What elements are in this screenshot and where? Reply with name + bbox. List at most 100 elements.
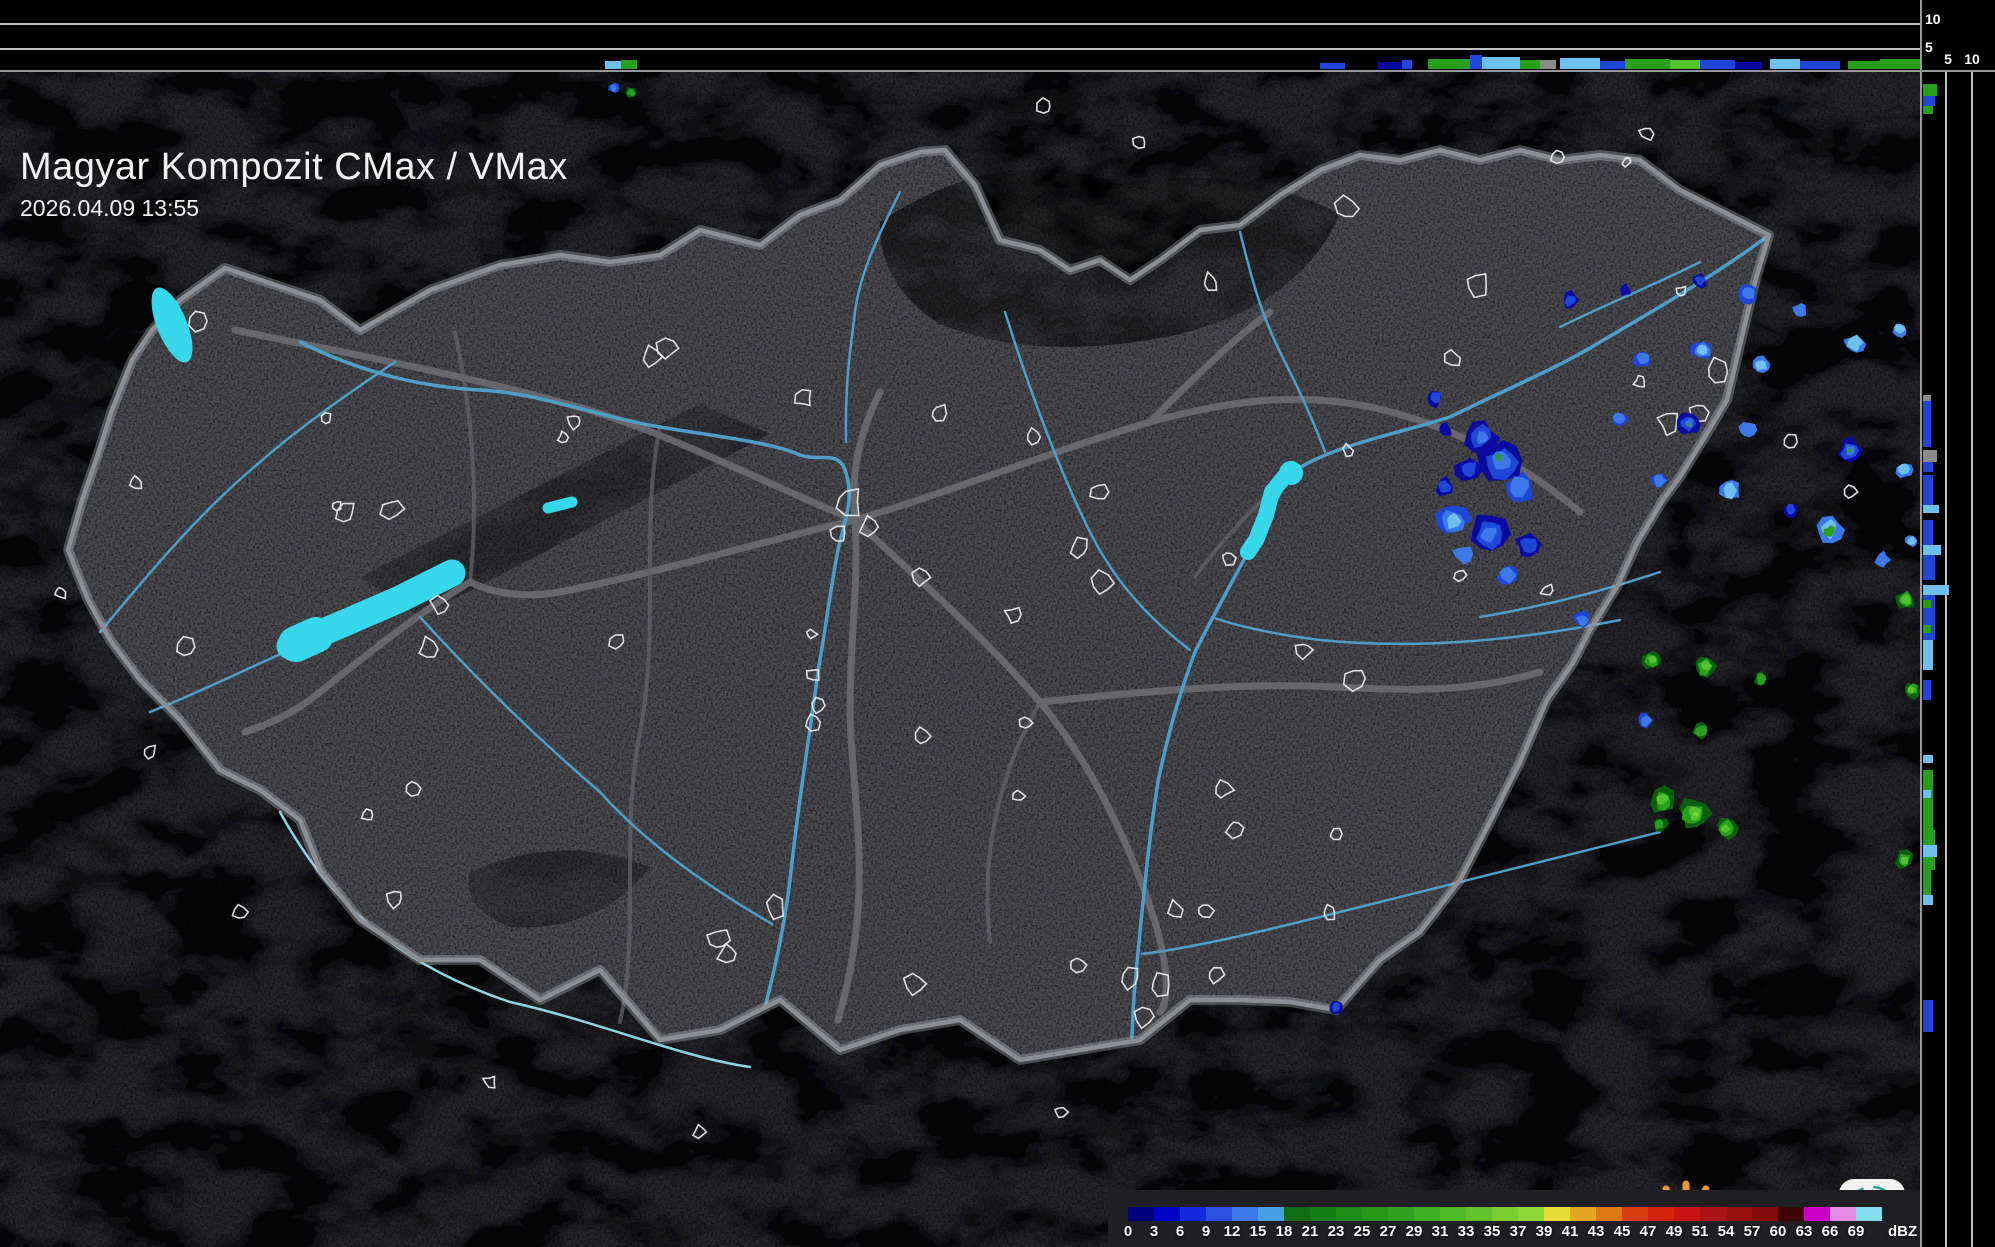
top-profile-echo	[1428, 59, 1470, 69]
colorbar-tick: 54	[1717, 1223, 1735, 1240]
colorbar-segment	[1128, 1207, 1154, 1221]
colorbar-tick: 29	[1405, 1223, 1423, 1240]
side-profile-echo	[1923, 640, 1933, 670]
top-profile-echo	[1402, 60, 1412, 69]
side-profile-echo	[1923, 84, 1937, 96]
colorbar-tick: 0	[1123, 1223, 1133, 1240]
top-profile-echo	[1735, 62, 1762, 69]
top-profile-echo	[1600, 61, 1625, 69]
colorbar-segment	[1492, 1207, 1518, 1221]
side-profile-echo	[1923, 680, 1931, 700]
top-axis-label-5: 5	[1925, 39, 1933, 55]
colorbar-segment	[1544, 1207, 1570, 1221]
colorbar-tick: 12	[1223, 1223, 1241, 1240]
map-title: Magyar Kompozit CMax / VMax	[20, 146, 568, 188]
colorbar-tick: 41	[1561, 1223, 1579, 1240]
colorbar-segment	[1336, 1207, 1362, 1221]
side-axis-label-10: 10	[1964, 51, 1980, 67]
side-profile-echo	[1923, 870, 1931, 895]
top-profile-echo	[1540, 60, 1556, 69]
top-profile-echo	[1625, 59, 1670, 69]
side-profile-echo	[1923, 505, 1939, 513]
top-profile-echo	[1320, 63, 1345, 69]
colorbar-tick: 6	[1175, 1223, 1185, 1240]
colorbar-segment	[1674, 1207, 1700, 1221]
side-profile-echo	[1923, 545, 1941, 555]
colorbar-segments	[1128, 1207, 1882, 1221]
side-profile-echo	[1923, 401, 1931, 447]
map-canvas	[0, 72, 1920, 1247]
top-profile-echo	[621, 60, 637, 69]
echo-cell	[1900, 856, 1908, 865]
colorbar-tick: 35	[1483, 1223, 1501, 1240]
side-profile-echo	[1923, 770, 1933, 830]
profile-axis-corner: 10 5 5 10	[1922, 0, 1995, 70]
colorbar-tick: 23	[1327, 1223, 1345, 1240]
dbz-colorbar: 0 3 6 9 12 15 18 21 23 25 27 29 31 33 35 37 39 41 43 45 47 49…	[1108, 1190, 1920, 1247]
colorbar-segment	[1206, 1207, 1232, 1221]
side-profile-echo	[1923, 450, 1937, 462]
colorbar-tick: 66	[1821, 1223, 1839, 1240]
colorbar-segment	[1154, 1207, 1180, 1221]
colorbar-segment	[1804, 1207, 1830, 1221]
colorbar-segment	[1466, 1207, 1492, 1221]
panel-separator-horizontal	[0, 70, 1995, 72]
top-profile-echo	[1700, 60, 1735, 69]
top-axis-label-10: 10	[1925, 11, 1941, 27]
colorbar-tick: 49	[1665, 1223, 1683, 1240]
colorbar-segment	[1388, 1207, 1414, 1221]
side-profile-echo	[1923, 790, 1931, 798]
colorbar-tick: 43	[1587, 1223, 1605, 1240]
side-profile-echo	[1923, 755, 1933, 763]
colorbar-segment	[1778, 1207, 1804, 1221]
side-profile-plot	[1923, 72, 1973, 1247]
colorbar-tick: 25	[1353, 1223, 1371, 1240]
colorbar-segment	[1726, 1207, 1752, 1221]
colorbar-segment	[1284, 1207, 1310, 1221]
side-profile-echo	[1923, 520, 1933, 545]
top-profile-echo	[1520, 60, 1540, 69]
radar-composite-screen: 10 5 5 10 Magyar Kompozit CMax / VMax 20…	[0, 0, 1995, 1247]
side-profile-strip	[1922, 72, 1995, 1247]
side-profile-echo	[1923, 895, 1933, 905]
top-profile-echo	[1670, 60, 1700, 69]
side-profile-echo	[1923, 585, 1949, 595]
side-profile-echo	[1923, 845, 1937, 857]
colorbar-tick: 9	[1201, 1223, 1211, 1240]
colorbar-segment	[1310, 1207, 1336, 1221]
colorbar-segment	[1648, 1207, 1674, 1221]
colorbar-segment	[1232, 1207, 1258, 1221]
colorbar-segment	[1180, 1207, 1206, 1221]
colorbar-segment	[1752, 1207, 1778, 1221]
radar-map: metnet Magyar Kompozit CMax / VMax 2026.…	[0, 72, 1920, 1247]
side-profile-echo	[1923, 555, 1935, 580]
side-profile-echo	[1923, 462, 1933, 472]
top-profile-strip	[0, 0, 1920, 70]
side-profile-echo	[1923, 96, 1935, 106]
side-profile-echo	[1923, 106, 1933, 114]
colorbar-segment	[1440, 1207, 1466, 1221]
top-profile-echo	[1880, 59, 1920, 69]
side-profile-echo	[1923, 395, 1931, 401]
top-profile-echo	[1470, 55, 1482, 69]
colorbar-segment	[1258, 1207, 1284, 1221]
title-block: Magyar Kompozit CMax / VMax 2026.04.09 1…	[20, 146, 568, 222]
lake-balaton-sw	[278, 617, 334, 662]
colorbar-segment	[1596, 1207, 1622, 1221]
top-profile-plot	[0, 23, 1920, 69]
top-profile-echo	[1800, 61, 1840, 69]
colorbar-tick: 39	[1535, 1223, 1553, 1240]
colorbar-segment	[1700, 1207, 1726, 1221]
top-profile-echo	[1848, 61, 1880, 69]
colorbar-tick: 27	[1379, 1223, 1397, 1240]
colorbar-tick: 51	[1691, 1223, 1709, 1240]
colorbar-segment	[1622, 1207, 1648, 1221]
colorbar-tick: 57	[1743, 1223, 1761, 1240]
top-profile-echo	[605, 61, 621, 69]
colorbar-tick: 3	[1149, 1223, 1159, 1240]
top-profile-echo	[1770, 59, 1800, 69]
colorbar-tick: 45	[1613, 1223, 1631, 1240]
colorbar-tick: 33	[1457, 1223, 1475, 1240]
colorbar-tick: 60	[1769, 1223, 1787, 1240]
colorbar-segment	[1570, 1207, 1596, 1221]
